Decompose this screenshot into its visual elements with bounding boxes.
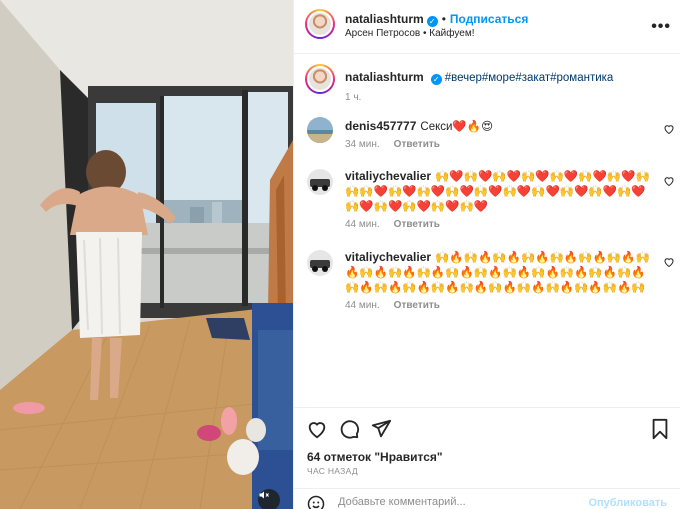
likes-count[interactable]: 64 отметок "Нравится" [307,450,443,464]
car-avatar-image [307,250,333,276]
comment-input[interactable] [338,496,598,508]
more-options-icon[interactable]: ••• [651,18,671,36]
reply-button[interactable]: Ответить [394,300,440,311]
comment-time: 44 мин. [345,219,380,230]
bookmark-icon[interactable] [649,418,671,440]
author-username[interactable]: nataliashturm [345,12,424,26]
comment-time: 44 мин. [345,300,380,311]
comment-username[interactable]: vitaliychevalier [345,250,431,264]
video-frame-illustration [0,0,293,509]
follow-button[interactable]: Подписаться [450,12,528,26]
instagram-post-modal: nataliashturm ✓ • Подписаться Арсен Петросо… [0,0,680,509]
sea-avatar-image [307,117,333,143]
heart-icon[interactable] [663,175,675,187]
separator-dot: • [441,12,446,26]
post-video[interactable] [0,0,293,509]
comment-time: 34 мин. [345,139,380,150]
comments-list[interactable]: nataliashturm ✓ #вечер#море#закат#романтик… [294,55,680,407]
mute-button[interactable] [258,489,280,509]
comment-username[interactable]: denis457777 [345,119,416,133]
heart-icon[interactable] [663,256,675,268]
heart-icon[interactable] [663,123,675,135]
reply-button[interactable]: Ответить [394,139,440,150]
caption-time: 1 ч. [345,92,362,103]
add-comment-bar: Опубликовать [294,488,680,509]
post-header: nataliashturm ✓ • Подписаться Арсен Петросо… [294,0,680,54]
author-avatar[interactable] [305,64,335,94]
author-avatar[interactable] [305,9,335,39]
commenter-avatar[interactable] [307,117,333,143]
post-actions: 64 отметок "Нравится" ЧАС НАЗАД Опублико… [294,407,680,509]
separator-dot: • [422,28,427,39]
publish-button[interactable]: Опубликовать [588,497,667,509]
car-avatar-image [307,169,333,195]
post-time: ЧАС НАЗАД [307,466,358,476]
caption-hashtags[interactable]: #вечер#море#закат#романтика [445,72,614,84]
post-side-panel: nataliashturm ✓ • Подписаться Арсен Петросо… [293,0,680,509]
comment-icon[interactable] [338,418,360,440]
caption-username[interactable]: nataliashturm [345,70,424,84]
emoji-icon[interactable] [307,495,325,509]
location-link[interactable]: Кайфуем! [429,28,474,39]
reply-button[interactable]: Ответить [394,219,440,230]
comment-username[interactable]: vitaliychevalier [345,169,431,183]
audio-link[interactable]: Арсен Петросов [345,28,420,39]
commenter-avatar[interactable] [307,250,333,276]
comment-text: Секси❤️🔥😍 [420,121,494,133]
heart-icon[interactable] [306,418,328,440]
verified-badge-icon: ✓ [430,74,442,85]
commenter-avatar[interactable] [307,169,333,195]
muted-speaker-icon [259,491,269,499]
share-icon[interactable] [370,418,392,440]
verified-badge-icon: ✓ [426,16,438,27]
